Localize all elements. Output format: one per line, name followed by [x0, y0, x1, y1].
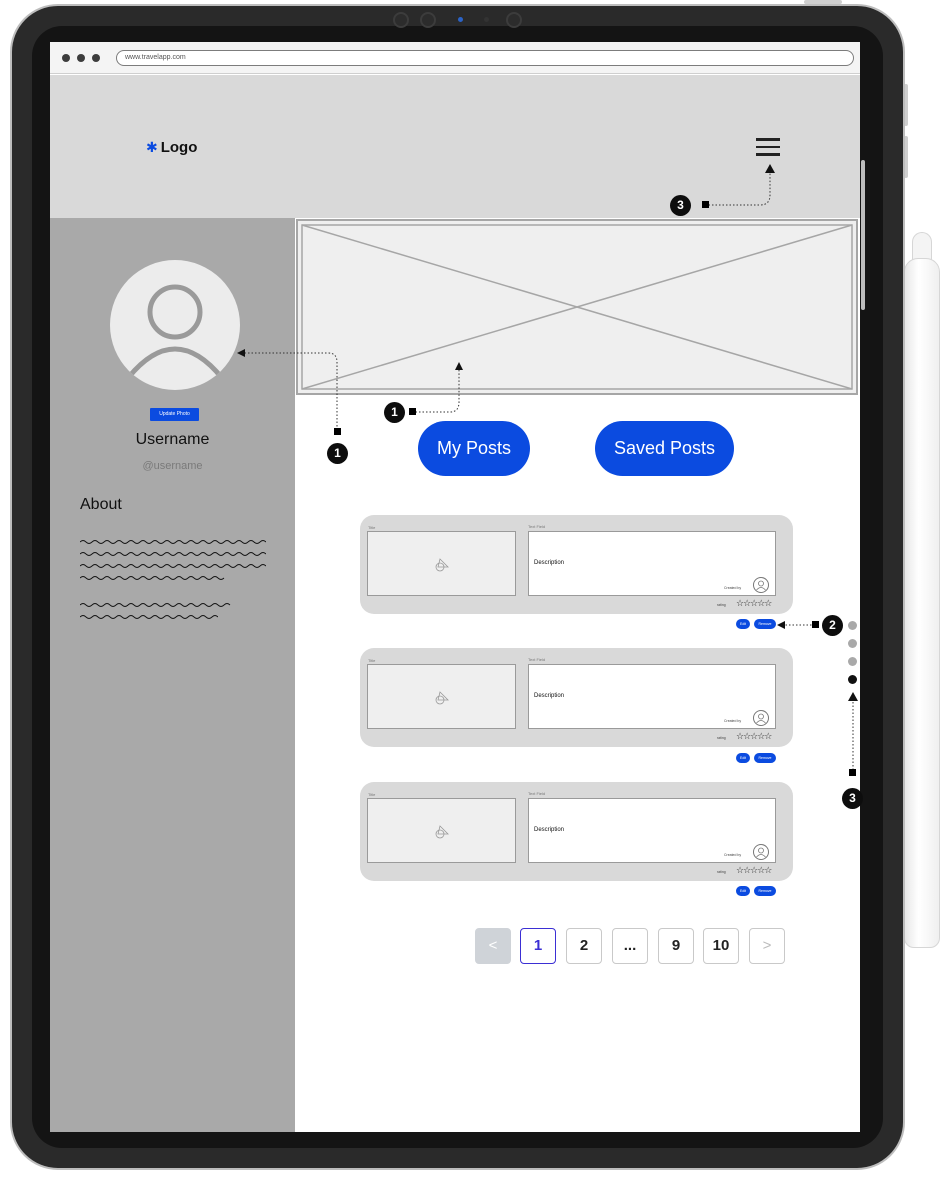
author-avatar[interactable]	[753, 844, 769, 860]
placeholder-text-line	[80, 552, 266, 556]
user-icon	[756, 580, 766, 591]
post-thumbnail[interactable]	[367, 798, 516, 863]
cover-image-placeholder[interactable]	[296, 219, 858, 395]
edit-button[interactable]: Edit	[736, 619, 750, 629]
image-placeholder-icon	[301, 224, 853, 390]
created-by-label: Created by	[724, 853, 742, 857]
remove-button[interactable]: Remove	[754, 619, 776, 629]
tab-saved-posts[interactable]: Saved Posts	[595, 421, 734, 476]
created-by-label: Created by	[724, 586, 742, 590]
scroll-indicator-dot[interactable]	[848, 639, 857, 648]
sensor-dot	[420, 12, 436, 28]
card-title-label: Title	[368, 792, 376, 797]
scroll-indicator-dot[interactable]	[848, 621, 857, 630]
annotation-badge: 1	[384, 402, 405, 423]
scroll-indicator-dot[interactable]	[848, 657, 857, 666]
pagination-page-10[interactable]: 10	[703, 928, 739, 964]
placeholder-text-line	[80, 615, 218, 619]
author-avatar[interactable]	[753, 710, 769, 726]
remove-button[interactable]: Remove	[754, 886, 776, 896]
update-photo-button[interactable]: Update Photo	[150, 408, 199, 421]
sensor-dot	[484, 17, 489, 22]
placeholder-text-line	[80, 576, 225, 580]
pagination-page-9[interactable]: 9	[658, 928, 694, 964]
logo[interactable]: ✱ Logo	[146, 139, 197, 156]
header: ✱ Logo	[50, 75, 860, 218]
star-rating[interactable]: ☆☆☆☆☆	[736, 865, 772, 876]
post-thumbnail[interactable]	[367, 664, 516, 729]
card-text-field-label: Text Field	[528, 657, 546, 662]
post-card[interactable]: Title Text Field Description Created by …	[360, 515, 793, 614]
post-thumbnail[interactable]	[367, 531, 516, 596]
description-text: Description	[534, 560, 565, 566]
pagination-page-2[interactable]: 2	[566, 928, 602, 964]
username: Username	[135, 431, 210, 448]
annotation-badge: 3	[670, 195, 691, 216]
camera-lens	[458, 17, 463, 22]
placeholder-text-line	[80, 564, 266, 568]
image-icon	[435, 691, 449, 705]
rating-label: rating	[717, 870, 726, 874]
screen: www.travelapp.com ✱ Logo Update Photo Us…	[50, 42, 860, 1132]
hamburger-icon[interactable]	[756, 138, 780, 156]
remove-button[interactable]: Remove	[754, 753, 776, 763]
placeholder-text-line	[80, 540, 266, 544]
annotation-marker	[812, 621, 819, 628]
annotation-badge: 1	[327, 443, 348, 464]
user-icon	[126, 284, 224, 380]
user-icon	[756, 713, 766, 724]
card-title-label: Title	[368, 525, 376, 530]
url-bar[interactable]: www.travelapp.com	[116, 50, 854, 66]
asterisk-icon: ✱	[146, 139, 158, 155]
stylus-pencil	[904, 258, 940, 948]
post-card[interactable]: Title Text Field Description Created by …	[360, 782, 793, 881]
placeholder-text-line	[80, 603, 231, 607]
post-card[interactable]: Title Text Field Description Created by …	[360, 648, 793, 747]
created-by-label: Created by	[724, 719, 742, 723]
sensor-dot	[506, 12, 522, 28]
star-rating[interactable]: ☆☆☆☆☆	[736, 598, 772, 609]
card-text-field-label: Text Field	[528, 524, 546, 529]
card-title-label: Title	[368, 658, 376, 663]
page-scrollbar[interactable]	[861, 160, 865, 310]
user-icon	[756, 847, 766, 858]
annotation-marker	[409, 408, 416, 415]
description-text: Description	[534, 693, 565, 699]
annotation-marker	[702, 201, 709, 208]
star-rating[interactable]: ☆☆☆☆☆	[736, 731, 772, 742]
scroll-indicator-dot-active[interactable]	[848, 675, 857, 684]
annotation-marker	[334, 428, 341, 435]
rating-label: rating	[717, 736, 726, 740]
annotation-badge: 2	[822, 615, 843, 636]
annotation-marker	[849, 769, 856, 776]
user-handle: @username	[142, 460, 203, 472]
window-dot[interactable]	[92, 54, 100, 62]
pagination-page-1[interactable]: 1	[520, 928, 556, 964]
pagination-next-button[interactable]: >	[749, 928, 785, 964]
card-text-field-label: Text Field	[528, 791, 546, 796]
edit-button[interactable]: Edit	[736, 886, 750, 896]
rating-label: rating	[717, 603, 726, 607]
description-field: Description Created by	[528, 798, 776, 863]
browser-bar: www.travelapp.com	[50, 42, 860, 74]
edit-button[interactable]: Edit	[736, 753, 750, 763]
sensor-dot	[393, 12, 409, 28]
about-heading: About	[80, 496, 122, 513]
tab-my-posts[interactable]: My Posts	[418, 421, 530, 476]
image-icon	[435, 558, 449, 572]
logo-text: Logo	[160, 139, 198, 156]
description-field: Description Created by	[528, 664, 776, 729]
pagination-prev-button[interactable]: <	[475, 928, 511, 964]
image-icon	[435, 825, 449, 839]
description-text: Description	[534, 827, 565, 833]
pagination-ellipsis: ...	[612, 928, 648, 964]
window-dot[interactable]	[77, 54, 85, 62]
author-avatar[interactable]	[753, 577, 769, 593]
avatar[interactable]	[110, 260, 240, 390]
window-dot[interactable]	[62, 54, 70, 62]
annotation-badge: 3	[842, 788, 863, 809]
profile-sidebar: Update Photo Username @username About	[50, 218, 295, 1132]
description-field: Description Created by	[528, 531, 776, 596]
